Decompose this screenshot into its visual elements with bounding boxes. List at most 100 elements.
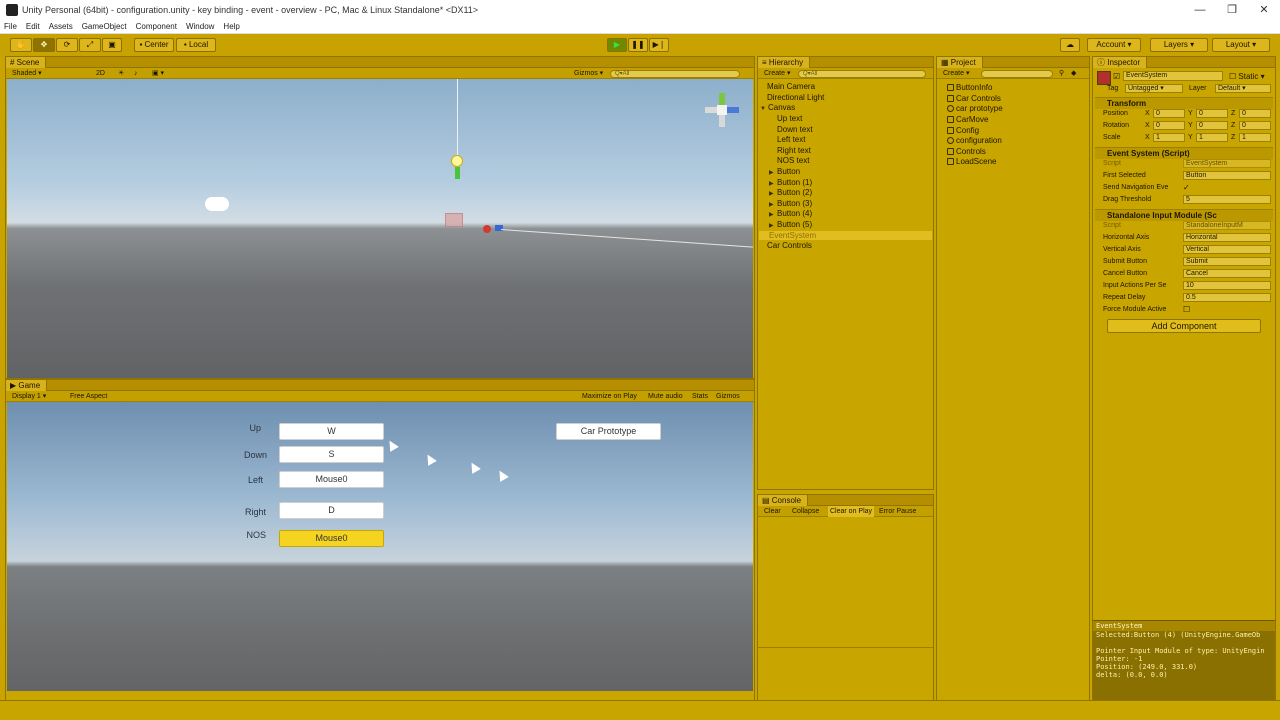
expand-arrow-icon[interactable]: ▶ (769, 190, 777, 197)
submit-button-field[interactable]: Submit (1183, 257, 1271, 266)
console-collapse-button[interactable]: Collapse (792, 506, 819, 517)
tag-dropdown[interactable]: Untagged ▾ (1125, 84, 1183, 93)
project-create-dropdown[interactable]: Create ▾ (943, 68, 969, 79)
tab-inspector[interactable]: ⓘ Inspector (1093, 57, 1148, 68)
left-key-button[interactable]: Mouse0 (279, 471, 384, 488)
move-tool-button[interactable]: ✥ (33, 38, 55, 52)
car-prototype-button[interactable]: Car Prototype (556, 423, 661, 440)
hierarchy-item-button-4[interactable]: ▶ Button (4) (769, 209, 812, 218)
menu-assets[interactable]: Assets (49, 22, 73, 31)
position-y-field[interactable]: 0 (1196, 109, 1228, 118)
hierarchy-item-button-5[interactable]: ▶ Button (5) (769, 220, 812, 229)
project-item-buttoninfo[interactable]: ButtonInfo (947, 83, 992, 92)
filter-icon[interactable]: ⚲ (1059, 68, 1064, 79)
position-x-field[interactable]: 0 (1153, 109, 1185, 118)
expand-arrow-icon[interactable]: ▶ (769, 211, 777, 218)
account-dropdown[interactable]: Account ▾ (1087, 38, 1141, 52)
menu-component[interactable]: Component (136, 22, 177, 31)
rect-tool-button[interactable]: ▣ (102, 38, 122, 52)
force-module-checkbox[interactable]: ☐ (1183, 305, 1190, 314)
canvas-object[interactable] (445, 213, 463, 227)
project-item-car-prototype[interactable]: car prototype (947, 104, 1003, 113)
pause-button[interactable]: ❚❚ (628, 38, 648, 52)
hierarchy-item-down-text[interactable]: Down text (777, 125, 813, 134)
tab-hierarchy[interactable]: ≡ Hierarchy (758, 57, 811, 68)
game-gizmos-dropdown[interactable]: Gizmos (716, 391, 740, 402)
project-item-loadscene[interactable]: LoadScene (947, 157, 996, 166)
menu-file[interactable]: File (4, 22, 17, 31)
menu-help[interactable]: Help (223, 22, 239, 31)
layers-dropdown[interactable]: Layers ▾ (1150, 38, 1208, 52)
play-button[interactable]: ▶ (607, 38, 627, 52)
scene-search-input[interactable]: Q▾All (610, 70, 740, 78)
input-module-header[interactable]: Standalone Input Module (Sc (1095, 209, 1273, 221)
label-icon[interactable]: ◆ (1071, 68, 1076, 79)
effects-icon[interactable]: ▣ ▾ (152, 68, 164, 79)
hierarchy-item-canvas[interactable]: ▼ Canvas (760, 103, 795, 112)
close-button[interactable]: ✕ (1248, 0, 1280, 20)
scale-tool-button[interactable]: ⤢ (79, 38, 101, 52)
hierarchy-item-button[interactable]: ▶ Button (769, 167, 800, 176)
tab-console[interactable]: ▤ Console (758, 495, 809, 506)
2d-toggle[interactable]: 2D (96, 68, 105, 79)
maximize-on-play-toggle[interactable]: Maximize on Play (582, 391, 637, 402)
project-item-car-controls[interactable]: Car Controls (947, 94, 1001, 103)
send-navigation-checkbox[interactable]: ✓ (1183, 183, 1190, 192)
position-z-field[interactable]: 0 (1239, 109, 1271, 118)
hierarchy-item-nos-text[interactable]: NOS text (777, 156, 809, 165)
hierarchy-item-car-controls[interactable]: Car Controls (767, 241, 812, 250)
right-key-button[interactable]: D (279, 502, 384, 519)
scale-y-field[interactable]: 1 (1196, 133, 1228, 142)
horizontal-axis-field[interactable]: Horizontal (1183, 233, 1271, 242)
light-icon[interactable]: ☀ (118, 68, 124, 79)
rotation-y-field[interactable]: 0 (1196, 121, 1228, 130)
scene-viewport[interactable] (7, 79, 753, 378)
space-toggle[interactable]: ▪ Local (176, 38, 216, 52)
tab-game[interactable]: ▶ Game (6, 380, 48, 391)
input-actions-field[interactable]: 10 (1183, 281, 1271, 290)
down-key-button[interactable]: S (279, 446, 384, 463)
game-viewport[interactable]: Up W Down S Left Mouse0 Right D NOS Mous… (7, 402, 753, 691)
camera-icon[interactable] (205, 197, 229, 211)
tab-project[interactable]: ▦ Project (937, 57, 983, 68)
hierarchy-item-eventsystem[interactable]: EventSystem (759, 231, 932, 240)
maximize-button[interactable]: ❐ (1216, 0, 1248, 20)
transform-header[interactable]: Transform (1095, 97, 1273, 109)
expand-arrow-icon[interactable]: ▼ (760, 106, 768, 112)
step-button[interactable]: ▶❘ (649, 38, 669, 52)
scale-x-field[interactable]: 1 (1153, 133, 1185, 142)
hierarchy-item-left-text[interactable]: Left text (777, 135, 805, 144)
nos-key-button[interactable]: Mouse0 (279, 530, 384, 547)
project-item-controls[interactable]: Controls (947, 147, 986, 156)
menu-window[interactable]: Window (186, 22, 214, 31)
static-checkbox[interactable]: ☐ Static ▾ (1229, 72, 1265, 81)
display-dropdown[interactable]: Display 1 ▾ (12, 391, 46, 402)
scale-z-field[interactable]: 1 (1239, 133, 1271, 142)
shading-dropdown[interactable]: Shaded ▾ (12, 68, 42, 79)
orientation-gizmo[interactable] (703, 91, 743, 131)
minimize-button[interactable]: — (1184, 0, 1216, 20)
stats-toggle[interactable]: Stats (692, 391, 708, 402)
project-item-configuration[interactable]: configuration (947, 136, 1002, 145)
up-key-button[interactable]: W (279, 423, 384, 440)
event-system-header[interactable]: Event System (Script) (1095, 147, 1273, 159)
console-error-pause-toggle[interactable]: Error Pause (879, 506, 916, 517)
audio-icon[interactable]: ♪ (134, 68, 138, 79)
layer-dropdown[interactable]: Default ▾ (1215, 84, 1271, 93)
vertical-axis-field[interactable]: Vertical (1183, 245, 1271, 254)
project-search-input[interactable] (981, 70, 1053, 78)
add-component-button[interactable]: Add Component (1107, 319, 1261, 333)
hierarchy-item-right-text[interactable]: Right text (777, 146, 811, 155)
hierarchy-item-up-text[interactable]: Up text (777, 114, 802, 123)
pivot-toggle[interactable]: ▪ Center (134, 38, 174, 52)
expand-arrow-icon[interactable]: ▶ (769, 201, 777, 208)
console-clear-button[interactable]: Clear (764, 506, 781, 517)
active-checkbox[interactable]: ☑ (1113, 72, 1120, 81)
console-clear-on-play-toggle[interactable]: Clear on Play (828, 506, 875, 517)
hierarchy-search-input[interactable]: Q▾All (798, 70, 926, 78)
hand-tool-button[interactable]: ✋ (10, 38, 32, 52)
expand-arrow-icon[interactable]: ▶ (769, 222, 777, 229)
object-name-field[interactable]: EventSystem (1123, 71, 1223, 81)
cancel-button-field[interactable]: Cancel (1183, 269, 1271, 278)
car-object[interactable] (483, 225, 491, 233)
